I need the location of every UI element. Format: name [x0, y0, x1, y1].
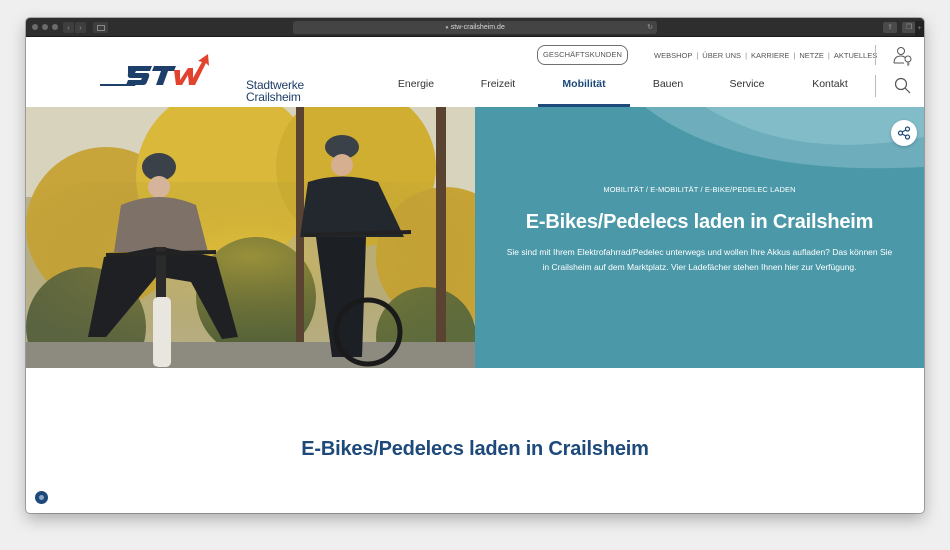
lock-icon: ●: [445, 25, 449, 31]
hero-text-panel: MOBILITÄT / E-MOBILITÄT / E-BIKE/PEDELEC…: [475, 107, 924, 368]
nav-item-energie[interactable]: Energie: [386, 77, 446, 107]
forward-button[interactable]: ›: [75, 22, 86, 33]
new-tab-button[interactable]: +: [915, 21, 924, 36]
accessibility-button[interactable]: [35, 491, 48, 504]
tabs-icon: ❐: [905, 24, 913, 31]
hero-section: MOBILITÄT / E-MOBILITÄT / E-BIKE/PEDELEC…: [26, 107, 924, 368]
breadcrumb: MOBILITÄT / E-MOBILITÄT / E-BIKE/PEDELEC…: [603, 185, 796, 194]
nav-item-bauen[interactable]: Bauen: [638, 77, 698, 107]
minimize-window-button[interactable]: [42, 24, 48, 30]
customer-login-button[interactable]: [892, 45, 914, 67]
meta-navigation: WEBSHOP | ÜBER UNS | KARRIERE | NETZE | …: [654, 51, 877, 60]
reload-icon[interactable]: ↻: [647, 21, 653, 34]
business-customers-button[interactable]: GESCHÄFTSKUNDEN: [537, 45, 628, 65]
share-browser-button[interactable]: ⇪: [883, 22, 897, 33]
separator: |: [696, 51, 699, 60]
url-text: stw-crailsheim.de: [450, 24, 505, 31]
share-button[interactable]: [891, 120, 917, 146]
browser-window: ‹ › ● stw-crailsheim.de ↻ ⇪ ❐ + Stadtwer…: [26, 18, 924, 513]
separator: |: [745, 51, 748, 60]
meta-link-netze[interactable]: NETZE: [799, 51, 824, 60]
meta-link-ueber-uns[interactable]: ÜBER UNS: [702, 51, 741, 60]
nav-item-kontakt[interactable]: Kontakt: [800, 77, 860, 107]
sidebar-toggle-button[interactable]: [93, 22, 108, 33]
hero-description: Sie sind mit Ihrem Elektrofahrrad/Pedele…: [506, 247, 893, 272]
nav-item-freizeit[interactable]: Freizeit: [468, 77, 528, 107]
decorative-wave: [645, 107, 924, 169]
maximize-window-button[interactable]: [52, 24, 58, 30]
hero-title: E-Bikes/Pedelecs laden in Crailsheim: [525, 211, 874, 233]
site-header: Stadtwerke Crailsheim GESCHÄFTSKUNDEN WE…: [26, 37, 924, 107]
nav-item-service[interactable]: Service: [717, 77, 777, 107]
share-icon: ⇪: [887, 24, 893, 31]
share-nodes-icon: [897, 126, 911, 140]
meta-link-karriere[interactable]: KARRIERE: [751, 51, 789, 60]
chevron-left-icon: ‹: [67, 23, 70, 32]
back-button[interactable]: ‹: [63, 22, 74, 33]
section-title: E-Bikes/Pedelecs laden in Crailsheim: [301, 438, 649, 460]
hero-image: [26, 107, 475, 368]
nav-item-mobilitaet[interactable]: Mobilität: [554, 77, 614, 107]
separator: |: [827, 51, 830, 60]
divider: [875, 45, 876, 65]
close-window-button[interactable]: [32, 24, 38, 30]
meta-link-webshop[interactable]: WEBSHOP: [654, 51, 692, 60]
tabs-overview-button[interactable]: ❐: [902, 22, 916, 33]
separator: |: [793, 51, 796, 60]
browser-toolbar: ‹ › ● stw-crailsheim.de ↻ ⇪ ❐ +: [26, 18, 924, 37]
address-bar[interactable]: ● stw-crailsheim.de ↻: [293, 21, 657, 34]
chevron-right-icon: ›: [79, 23, 82, 32]
meta-link-aktuelles[interactable]: AKTUELLES: [834, 51, 877, 60]
window-controls: [32, 24, 58, 30]
plus-icon: +: [917, 25, 922, 32]
cyclists-photo: [26, 107, 475, 368]
main-navigation: Energie Freizeit Mobilität Bauen Service…: [26, 77, 924, 107]
user-account-icon: [893, 47, 912, 66]
